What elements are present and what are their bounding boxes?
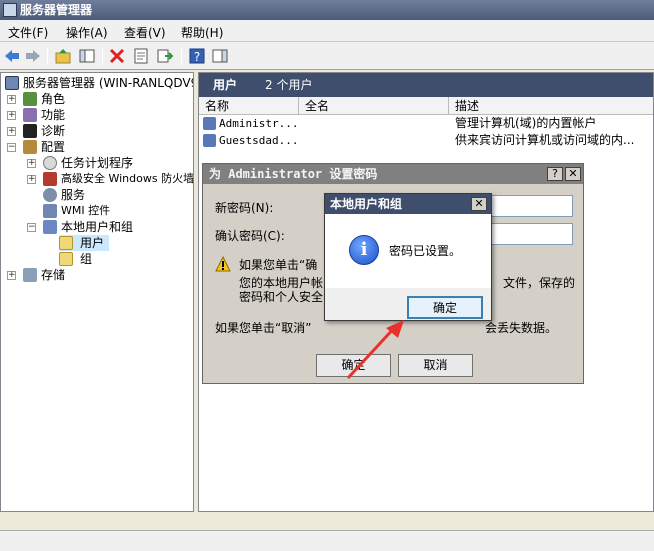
new-password-label: 新密码(N): <box>215 201 274 215</box>
up-folder-icon[interactable] <box>54 47 72 65</box>
export-list-icon[interactable] <box>156 47 174 65</box>
close-icon[interactable]: ✕ <box>565 167 581 181</box>
configuration-icon <box>23 140 37 154</box>
storage-icon <box>23 268 37 282</box>
show-hide-action-pane-icon[interactable] <box>211 47 229 65</box>
cancel-note-start: 如果您单击“取消” <box>215 321 312 335</box>
menu-action[interactable]: 操作(A) <box>66 24 108 41</box>
expand-roles-toggle[interactable]: + <box>7 95 16 104</box>
column-name[interactable]: 名称 <box>199 97 299 115</box>
password-set-message-box: 本地用户和组 ✕ i 密码已设置。 确定 <box>324 193 492 321</box>
clock-icon <box>43 156 57 170</box>
delete-icon[interactable] <box>108 47 126 65</box>
server-manager-icon <box>3 3 17 17</box>
collapse-local-users-toggle[interactable]: − <box>27 223 36 232</box>
status-bar <box>0 530 654 551</box>
console-tree: 服务器管理器 (WIN-RANLQDV993 + 角色 + 功能 + 诊断 − … <box>0 72 194 512</box>
forward-arrow-icon[interactable] <box>24 47 42 65</box>
tree-item-users[interactable]: 用户 <box>59 235 109 251</box>
menu-view[interactable]: 查看(V) <box>124 24 166 41</box>
close-icon[interactable]: ✕ <box>471 197 487 211</box>
warning-icon <box>215 256 231 272</box>
collapse-configuration-toggle[interactable]: − <box>7 143 16 152</box>
expand-features-toggle[interactable]: + <box>7 111 16 120</box>
cancel-note-end: 会丢失数据。 <box>485 321 558 335</box>
user-icon <box>203 134 216 147</box>
folder-icon <box>59 236 73 250</box>
user-icon <box>203 117 216 130</box>
message-ok-button[interactable]: 确定 <box>407 296 483 319</box>
diagnostics-icon <box>23 124 37 138</box>
warning-line-2-tail: 文件，保存的 <box>503 276 576 290</box>
new-password-input[interactable] <box>491 195 573 217</box>
window-title-bar: 服务器管理器 <box>0 0 654 20</box>
warning-line-3: 密码和个人安全 <box>239 290 324 304</box>
column-fullname[interactable]: 全名 <box>299 97 449 115</box>
wmi-icon <box>43 204 57 218</box>
expand-storage-toggle[interactable]: + <box>7 271 16 280</box>
warning-line-1: 如果您单击“确 <box>239 258 318 272</box>
set-password-ok-button[interactable]: 确定 <box>316 354 391 377</box>
firewall-icon <box>43 172 57 186</box>
confirm-password-input[interactable] <box>491 223 573 245</box>
users-icon <box>43 220 57 234</box>
info-icon: i <box>349 235 379 265</box>
server-icon <box>5 76 19 90</box>
column-description[interactable]: 描述 <box>449 97 653 115</box>
details-title: 用户 <box>213 78 238 92</box>
menu-file[interactable]: 文件(F) <box>8 24 48 41</box>
features-icon <box>23 108 37 122</box>
svg-text:?: ? <box>194 50 200 64</box>
expand-diagnostics-toggle[interactable]: + <box>7 127 16 136</box>
message-box-title: 本地用户和组 <box>330 197 403 211</box>
set-password-title: 为 Administrator 设置密码 <box>209 167 378 181</box>
properties-icon[interactable] <box>132 47 150 65</box>
details-horizontal-scrollbar[interactable]: ◀ ▶ <box>199 511 653 512</box>
message-text: 密码已设置。 <box>389 244 462 258</box>
set-password-title-bar: 为 Administrator 设置密码 <box>203 164 583 184</box>
toolbar: ? <box>0 42 654 70</box>
menu-help[interactable]: 帮助(H) <box>181 24 223 41</box>
menu-bar: 文件(F) 操作(A) 查看(V) 帮助(H) <box>0 20 654 42</box>
set-password-cancel-button[interactable]: 取消 <box>398 354 473 377</box>
folder-icon <box>59 252 73 266</box>
user-count: 2 个用户 <box>265 78 313 92</box>
table-row[interactable]: Guestsdad... 供来宾访问计算机或访问域的内... <box>199 132 653 149</box>
expand-firewall-toggle[interactable]: + <box>27 175 36 184</box>
gear-icon <box>43 188 57 202</box>
back-arrow-icon[interactable] <box>3 47 21 65</box>
message-box-title-bar: 本地用户和组 <box>325 194 491 214</box>
tree-horizontal-scrollbar[interactable]: ◀ ▶ <box>1 511 193 512</box>
roles-icon <box>23 92 37 106</box>
help-icon[interactable]: ? <box>188 47 206 65</box>
help-button[interactable]: ? <box>547 167 563 181</box>
table-row[interactable]: Administr... 管理计算机(域)的内置帐户 <box>199 115 653 132</box>
confirm-password-label: 确认密码(C): <box>215 229 285 243</box>
details-header: 用户 2 个用户 <box>199 73 653 97</box>
show-hide-tree-icon[interactable] <box>78 47 96 65</box>
expand-task-scheduler-toggle[interactable]: + <box>27 159 36 168</box>
window-title: 服务器管理器 <box>20 3 93 17</box>
column-headers: 名称 全名 描述 <box>199 97 653 115</box>
